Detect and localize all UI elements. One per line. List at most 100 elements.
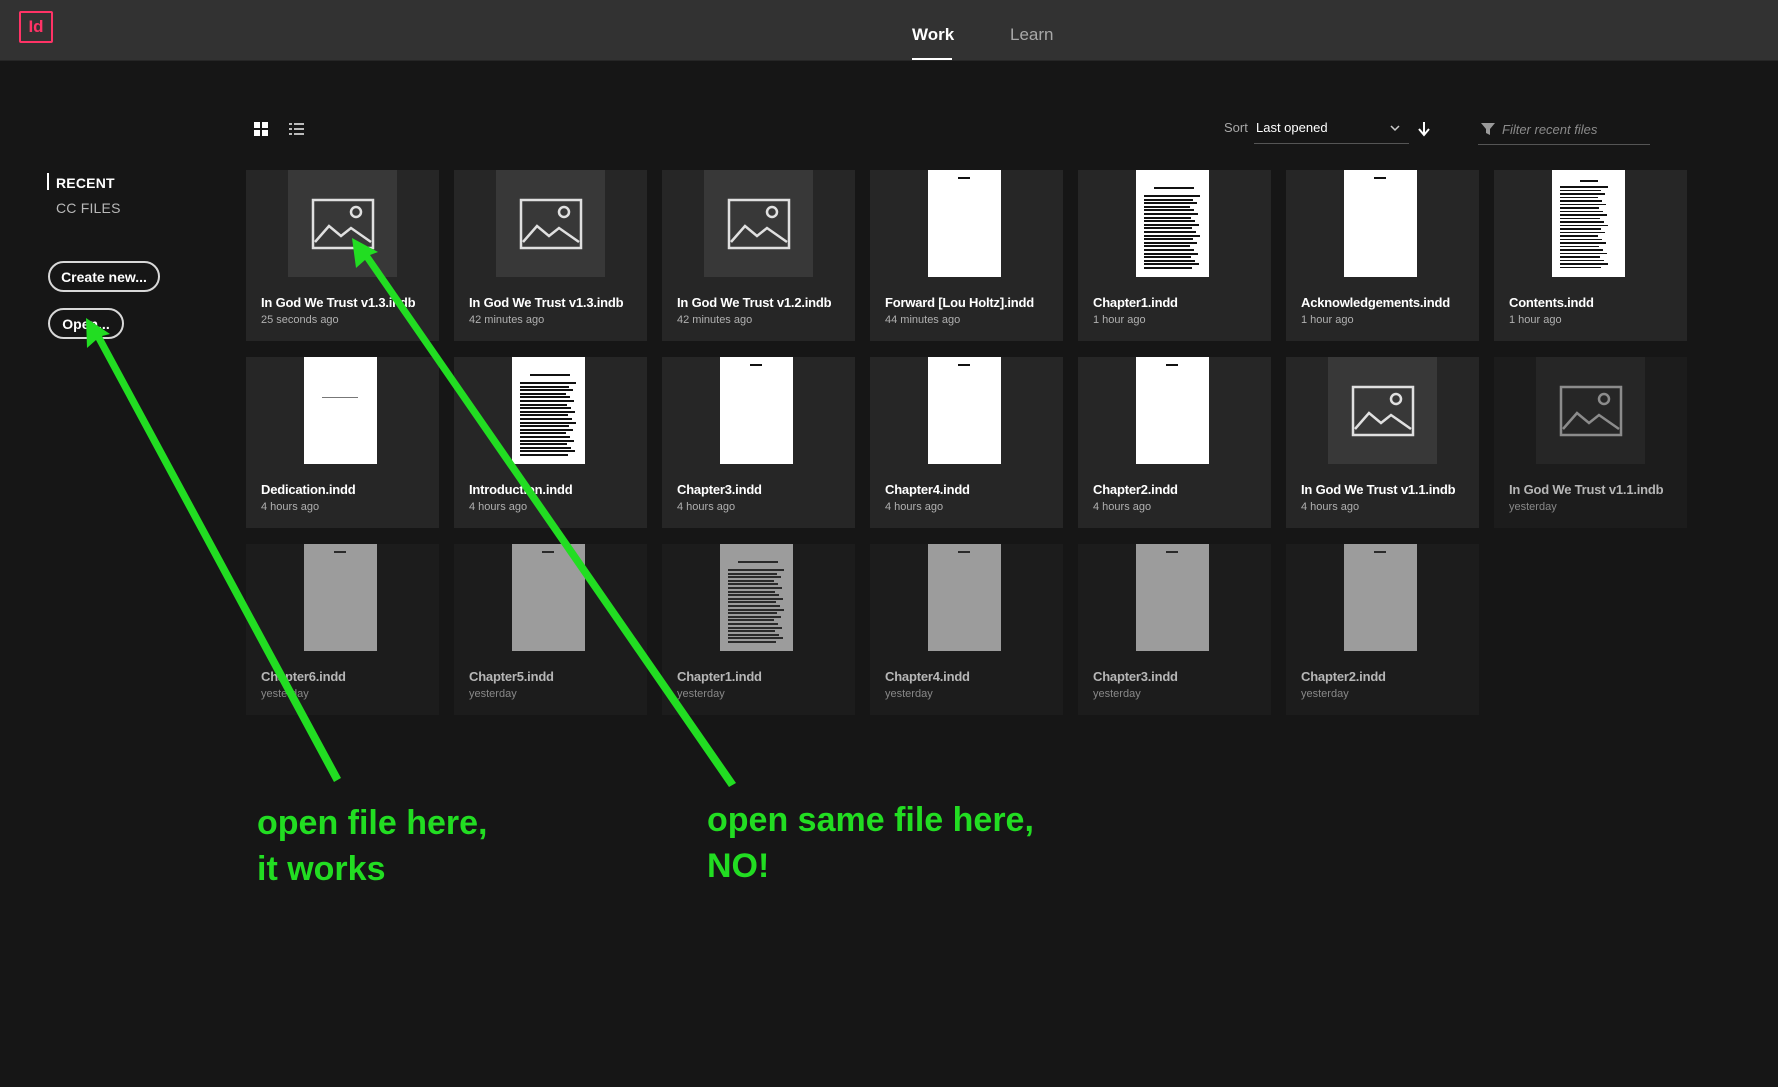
file-thumbnail bbox=[1078, 357, 1271, 464]
file-name: Chapter4.indd bbox=[885, 482, 970, 497]
file-timestamp: yesterday bbox=[677, 688, 725, 700]
file-card[interactable]: Chapter3.indd yesterday bbox=[1078, 544, 1271, 715]
file-card[interactable]: In God We Trust v1.1.indb yesterday bbox=[1494, 357, 1687, 528]
page-preview bbox=[1136, 170, 1209, 277]
annotation-left-line2: it works bbox=[257, 850, 386, 888]
sort-value: Last opened bbox=[1256, 120, 1328, 135]
annotation-right: open same file here, NO! bbox=[707, 797, 1034, 889]
file-card[interactable]: In God We Trust v1.3.indb 25 seconds ago bbox=[246, 170, 439, 341]
filter-input[interactable] bbox=[1502, 118, 1648, 140]
file-card[interactable]: In God We Trust v1.2.indb 42 minutes ago bbox=[662, 170, 855, 341]
sort-label: Sort bbox=[1224, 120, 1248, 135]
page-preview bbox=[928, 544, 1001, 651]
filter-funnel-icon bbox=[1481, 123, 1495, 135]
placeholder-image-icon bbox=[1328, 357, 1437, 464]
file-thumbnail bbox=[1286, 357, 1479, 464]
file-timestamp: 42 minutes ago bbox=[469, 314, 545, 326]
page-preview bbox=[720, 544, 793, 651]
file-thumbnail bbox=[662, 544, 855, 651]
file-timestamp: yesterday bbox=[1301, 688, 1349, 700]
file-thumbnail bbox=[1078, 544, 1271, 651]
file-card[interactable]: Chapter6.indd yesterday bbox=[246, 544, 439, 715]
file-thumbnail bbox=[1078, 170, 1271, 277]
file-timestamp: 4 hours ago bbox=[1301, 501, 1360, 513]
sort-dropdown[interactable]: Last opened bbox=[1254, 114, 1409, 144]
file-timestamp: 1 hour ago bbox=[1301, 314, 1354, 326]
tab-work[interactable]: Work bbox=[912, 25, 954, 45]
file-name: Forward [Lou Holtz].indd bbox=[885, 295, 1035, 310]
file-name: In God We Trust v1.1.indb bbox=[1301, 482, 1456, 497]
file-timestamp: yesterday bbox=[469, 688, 517, 700]
file-timestamp: yesterday bbox=[1093, 688, 1141, 700]
file-thumbnail bbox=[870, 170, 1063, 277]
sidebar-item-cc-files[interactable]: CC FILES bbox=[56, 200, 121, 216]
file-card[interactable]: Chapter5.indd yesterday bbox=[454, 544, 647, 715]
page-preview bbox=[512, 544, 585, 651]
page-preview bbox=[720, 357, 793, 464]
file-name: Chapter4.indd bbox=[885, 669, 970, 684]
file-timestamp: 4 hours ago bbox=[261, 501, 320, 513]
active-tab-indicator bbox=[912, 58, 952, 60]
annotation-right-line2: NO! bbox=[707, 847, 770, 885]
file-timestamp: 1 hour ago bbox=[1093, 314, 1146, 326]
file-thumbnail bbox=[246, 544, 439, 651]
page-preview bbox=[1344, 170, 1417, 277]
file-thumbnail bbox=[1494, 357, 1687, 464]
file-card[interactable]: Contents.indd 1 hour ago bbox=[1494, 170, 1687, 341]
file-thumbnail bbox=[454, 357, 647, 464]
page-preview bbox=[1136, 357, 1209, 464]
file-card[interactable]: Forward [Lou Holtz].indd 44 minutes ago bbox=[870, 170, 1063, 341]
file-card[interactable]: Chapter2.indd 4 hours ago bbox=[1078, 357, 1271, 528]
create-new-button[interactable]: Create new... bbox=[48, 261, 160, 292]
file-timestamp: 25 seconds ago bbox=[261, 314, 339, 326]
list-view-icon[interactable] bbox=[288, 120, 306, 138]
placeholder-image-icon bbox=[704, 170, 813, 277]
page-preview bbox=[928, 170, 1001, 277]
file-timestamp: 4 hours ago bbox=[469, 501, 528, 513]
file-card[interactable]: Chapter1.indd yesterday bbox=[662, 544, 855, 715]
file-timestamp: 4 hours ago bbox=[677, 501, 736, 513]
file-timestamp: yesterday bbox=[1509, 501, 1557, 513]
file-name: In God We Trust v1.2.indb bbox=[677, 295, 832, 310]
file-timestamp: yesterday bbox=[885, 688, 933, 700]
file-name: Introduction.indd bbox=[469, 482, 573, 497]
file-name: Contents.indd bbox=[1509, 295, 1594, 310]
file-card[interactable]: In God We Trust v1.1.indb 4 hours ago bbox=[1286, 357, 1479, 528]
file-card[interactable]: Chapter2.indd yesterday bbox=[1286, 544, 1479, 715]
placeholder-image-icon bbox=[1536, 357, 1645, 464]
file-thumbnail bbox=[870, 357, 1063, 464]
file-name: Dedication.indd bbox=[261, 482, 356, 497]
open-button[interactable]: Open... bbox=[48, 308, 124, 339]
file-name: Chapter3.indd bbox=[1093, 669, 1178, 684]
file-card[interactable]: Chapter4.indd 4 hours ago bbox=[870, 357, 1063, 528]
file-name: In God We Trust v1.3.indb bbox=[469, 295, 624, 310]
file-name: Chapter5.indd bbox=[469, 669, 554, 684]
chevron-down-icon bbox=[1390, 125, 1400, 132]
tab-learn[interactable]: Learn bbox=[1010, 25, 1053, 45]
file-timestamp: 4 hours ago bbox=[1093, 501, 1152, 513]
sort-direction-arrow-icon[interactable] bbox=[1416, 120, 1432, 138]
file-card[interactable]: Chapter4.indd yesterday bbox=[870, 544, 1063, 715]
file-thumbnail bbox=[1286, 170, 1479, 277]
top-bar: Id Work Learn bbox=[0, 0, 1778, 61]
placeholder-image-icon bbox=[496, 170, 605, 277]
file-timestamp: yesterday bbox=[261, 688, 309, 700]
file-card[interactable]: Dedication.indd 4 hours ago bbox=[246, 357, 439, 528]
file-card[interactable]: Chapter1.indd 1 hour ago bbox=[1078, 170, 1271, 341]
sidebar-item-recent[interactable]: RECENT bbox=[56, 175, 115, 191]
file-card[interactable]: Chapter3.indd 4 hours ago bbox=[662, 357, 855, 528]
page-preview bbox=[1136, 544, 1209, 651]
annotation-left: open file here, it works bbox=[257, 800, 488, 892]
file-card[interactable]: Acknowledgements.indd 1 hour ago bbox=[1286, 170, 1479, 341]
file-thumbnail bbox=[662, 357, 855, 464]
file-card[interactable]: Introduction.indd 4 hours ago bbox=[454, 357, 647, 528]
filter-field[interactable] bbox=[1478, 114, 1650, 145]
page-preview bbox=[928, 357, 1001, 464]
file-name: Chapter2.indd bbox=[1093, 482, 1178, 497]
file-name: Chapter3.indd bbox=[677, 482, 762, 497]
file-card[interactable]: In God We Trust v1.3.indb 42 minutes ago bbox=[454, 170, 647, 341]
placeholder-image-icon bbox=[288, 170, 397, 277]
file-thumbnail bbox=[246, 170, 439, 277]
grid-view-icon[interactable] bbox=[253, 120, 271, 138]
file-timestamp: 1 hour ago bbox=[1509, 314, 1562, 326]
